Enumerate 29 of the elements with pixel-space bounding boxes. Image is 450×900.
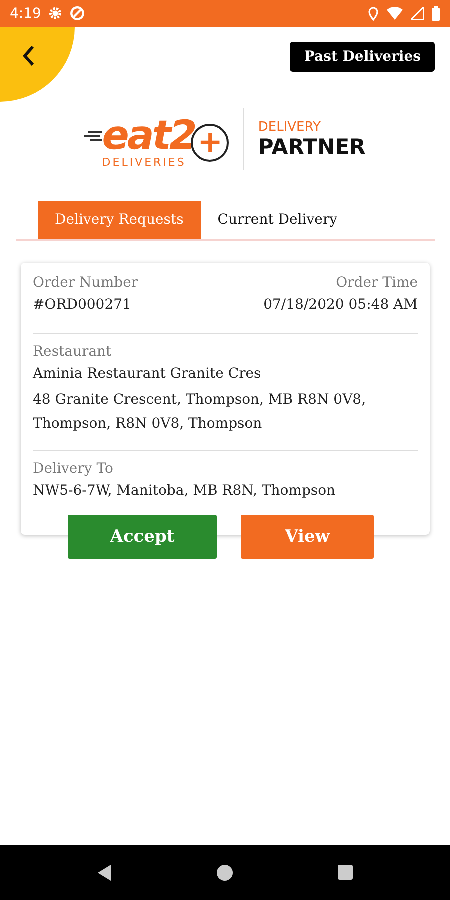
field-label: Order Time (336, 275, 418, 291)
signal-icon (411, 7, 424, 20)
restaurant-address: 48 Granite Crescent, Thompson, MB R8N 0V8, Thompson, R8N 0V8, Thompson (33, 391, 368, 434)
order-number: #ORD000271 (33, 297, 132, 313)
accept-button[interactable]: Accept (68, 515, 217, 559)
past-deliveries-button[interactable]: Past Deliveries (290, 42, 435, 72)
back-icon[interactable] (98, 864, 112, 880)
location-icon (368, 6, 379, 20)
logo-tagline: DELIVERIES (102, 156, 186, 168)
logo-subtitle: DELIVERY (258, 120, 322, 134)
tab[interactable]: Current Delivery (200, 201, 355, 239)
view-button[interactable]: View (241, 515, 374, 559)
gear-icon (49, 7, 62, 20)
order-time: 07/18/2020 05:48 AM (264, 297, 418, 313)
field-label: Delivery To (33, 461, 114, 477)
battery-icon (432, 6, 440, 21)
speed-lines-icon (84, 130, 102, 142)
logo-title: PARTNER (258, 134, 366, 158)
delivery-address: NW5-6-7W, Manitoba, MB R8N, Thompson (33, 483, 337, 499)
field-label: Restaurant (33, 344, 113, 360)
recents-icon[interactable] (338, 865, 352, 880)
wifi-icon (387, 7, 403, 20)
tab[interactable]: Delivery Requests (38, 201, 201, 239)
back-icon[interactable] (22, 45, 36, 67)
home-icon[interactable] (216, 864, 232, 880)
field-label: Order Number (33, 275, 138, 291)
status-time: 4:19 (10, 6, 42, 22)
circle-icon (70, 6, 86, 21)
restaurant-name: Aminia Restaurant Granite Cres (33, 366, 262, 382)
